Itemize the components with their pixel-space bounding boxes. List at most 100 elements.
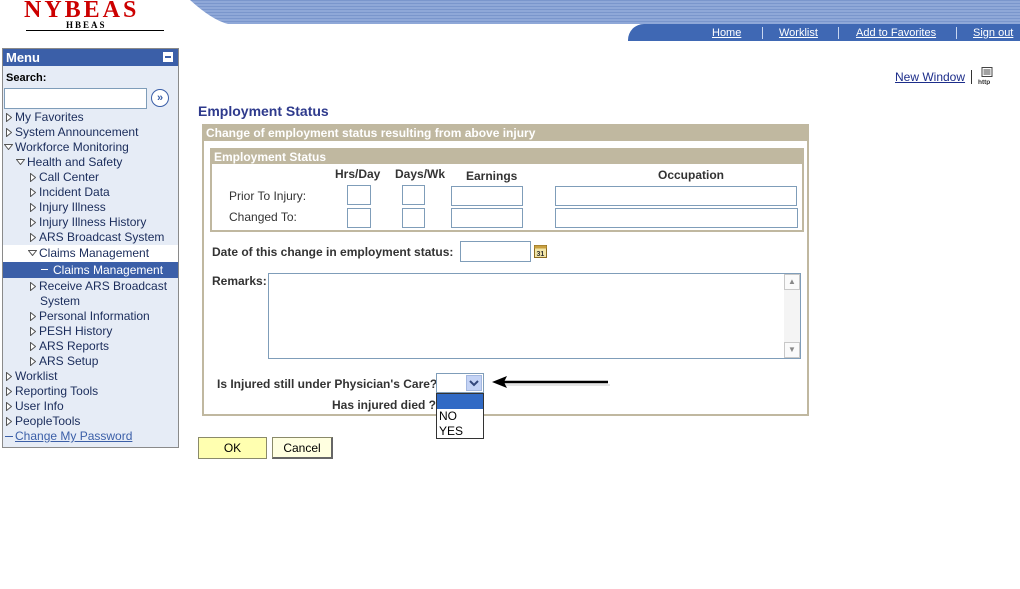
expand-arrow-icon [6,372,12,381]
http-icon-text: http [978,79,990,85]
top-navigation: Home Worklist Add to Favorites Sign out [628,24,1020,41]
physician-care-select[interactable] [436,373,484,393]
sidebar-item-ars-setup[interactable]: ARS Setup [3,354,178,369]
dropdown-toggle[interactable] [466,375,482,391]
nav-separator [956,27,957,39]
sidebar-item-ars-reports[interactable]: ARS Reports [3,339,178,354]
employment-status-group: Employment Status Hrs/Day Days/Wk Earnin… [210,148,804,232]
search-go-icon[interactable]: » [151,89,169,107]
dropdown-option-blank[interactable] [437,394,483,409]
dropdown-option-no[interactable]: NO [437,409,483,424]
date-change-field[interactable] [460,241,531,262]
sidebar-item-label: ARS Reports [39,339,110,353]
scroll-up-icon[interactable]: ▲ [784,274,800,290]
scroll-down-icon[interactable]: ▼ [784,342,800,358]
sidebar-item-label: ARS Setup [39,354,99,368]
sidebar-item-peopletools[interactable]: PeopleTools [3,414,178,429]
pointer-arrow-annotation [492,376,610,388]
sidebar-menu: Menu Search: » My Favorites System Annou… [2,48,179,448]
collapse-menu-icon[interactable] [162,51,174,63]
chevron-down-icon [469,380,479,387]
section-header: Change of employment status resulting fr… [204,126,807,141]
nav-signout-link[interactable]: Sign out [973,27,1013,39]
sidebar-item-system-announcement[interactable]: System Announcement [3,125,178,140]
new-window-link[interactable]: New Window [895,70,965,84]
sidebar-item-reporting-tools[interactable]: Reporting Tools [3,384,178,399]
remarks-label: Remarks: [212,274,267,288]
sidebar-item-label: My Favorites [15,110,84,124]
expand-arrow-icon [30,203,36,212]
sidebar-item-label: Injury Illness [39,200,106,214]
row-label-changed: Changed To: [229,210,297,224]
sidebar-item-label: Claims Management [39,246,150,260]
sidebar-item-claims-management[interactable]: Claims Management [3,262,178,278]
expand-arrow-icon [30,357,36,366]
sidebar-item-label: Incident Data [39,185,110,199]
sidebar-item-label: ARS Broadcast System [39,230,165,244]
employment-change-group: Change of employment status resulting fr… [202,124,809,416]
sidebar-item-ars-broadcast-system[interactable]: ARS Broadcast System [3,230,178,245]
expand-arrow-icon [6,113,12,122]
nav-separator [838,27,839,39]
remarks-textarea[interactable]: ▲ ▼ [268,273,801,359]
sidebar-item-workforce-monitoring[interactable]: Workforce Monitoring [3,140,178,155]
column-header-earnings: Earnings [466,169,518,183]
sidebar-item-change-password[interactable]: Change My Password [3,429,178,444]
sidebar-item-label: Reporting Tools [15,384,99,398]
http-link-icon[interactable]: http [978,67,996,85]
sidebar-item-receive-ars-broadcast[interactable]: Receive ARS Broadcast [3,279,178,294]
dropdown-option-yes[interactable]: YES [437,424,483,439]
sidebar-item-label: Call Center [39,170,100,184]
expand-arrow-icon [30,312,36,321]
expand-arrow-icon [30,188,36,197]
physician-care-dropdown-list: NO YES [436,393,484,439]
sidebar-item-injury-illness-history[interactable]: Injury Illness History [3,215,178,230]
prior-days-wk-field[interactable] [402,185,425,205]
changed-hrs-day-field[interactable] [347,208,371,228]
sidebar-item-incident-data[interactable]: Incident Data [3,185,178,200]
calendar-icon[interactable]: 31 [534,244,548,258]
sidebar-item-my-favorites[interactable]: My Favorites [3,110,178,125]
cancel-button[interactable]: Cancel [272,437,333,459]
physician-care-label: Is Injured still under Physician's Care? [217,377,438,391]
collapse-arrow-icon [4,144,13,150]
sidebar-item-claims-management-folder[interactable]: Claims Management [3,245,178,262]
expand-arrow-icon [30,173,36,182]
logo-underline [26,30,164,31]
sidebar-item-call-center[interactable]: Call Center [3,170,178,185]
expand-arrow-icon [30,218,36,227]
expand-arrow-icon [6,387,12,396]
remarks-scrollbar[interactable]: ▲ ▼ [784,274,800,358]
sidebar-item-health-safety[interactable]: Health and Safety [3,155,178,170]
header-banner [190,0,1020,24]
sidebar-item-label: Health and Safety [27,155,123,169]
changed-earnings-field[interactable] [451,208,523,228]
expand-arrow-icon [6,128,12,137]
sidebar-item-pesh-history[interactable]: PESH History [3,324,178,339]
sidebar-item-label: Personal Information [39,309,150,323]
prior-hrs-day-field[interactable] [347,185,371,205]
sidebar-item-label: Injury Illness History [39,215,147,229]
sidebar-item-label: Receive ARS Broadcast [39,279,168,293]
logo: NYBEAS HBEAS [12,0,164,34]
sidebar-item-receive-ars-broadcast-cont[interactable]: System [3,294,178,309]
ok-button[interactable]: OK [198,437,267,459]
logo-sub-text: HBEAS [66,20,107,30]
sidebar-item-injury-illness[interactable]: Injury Illness [3,200,178,215]
sidebar-item-label: PESH History [39,324,113,338]
nav-add-favorites-link[interactable]: Add to Favorites [856,27,936,39]
column-header-days-wk: Days/Wk [395,167,446,181]
search-input[interactable] [4,88,147,109]
row-label-prior: Prior To Injury: [229,189,307,203]
nav-home-link[interactable]: Home [712,27,741,39]
sidebar-item-user-info[interactable]: User Info [3,399,178,414]
changed-occupation-field[interactable] [555,208,798,228]
changed-days-wk-field[interactable] [402,208,425,228]
column-header-occupation: Occupation [658,168,725,182]
prior-earnings-field[interactable] [451,186,523,206]
sidebar-item-worklist[interactable]: Worklist [3,369,178,384]
nav-worklist-link[interactable]: Worklist [779,27,818,39]
sidebar-item-personal-information[interactable]: Personal Information [3,309,178,324]
menu-header: Menu [3,49,178,66]
prior-occupation-field[interactable] [555,186,797,206]
